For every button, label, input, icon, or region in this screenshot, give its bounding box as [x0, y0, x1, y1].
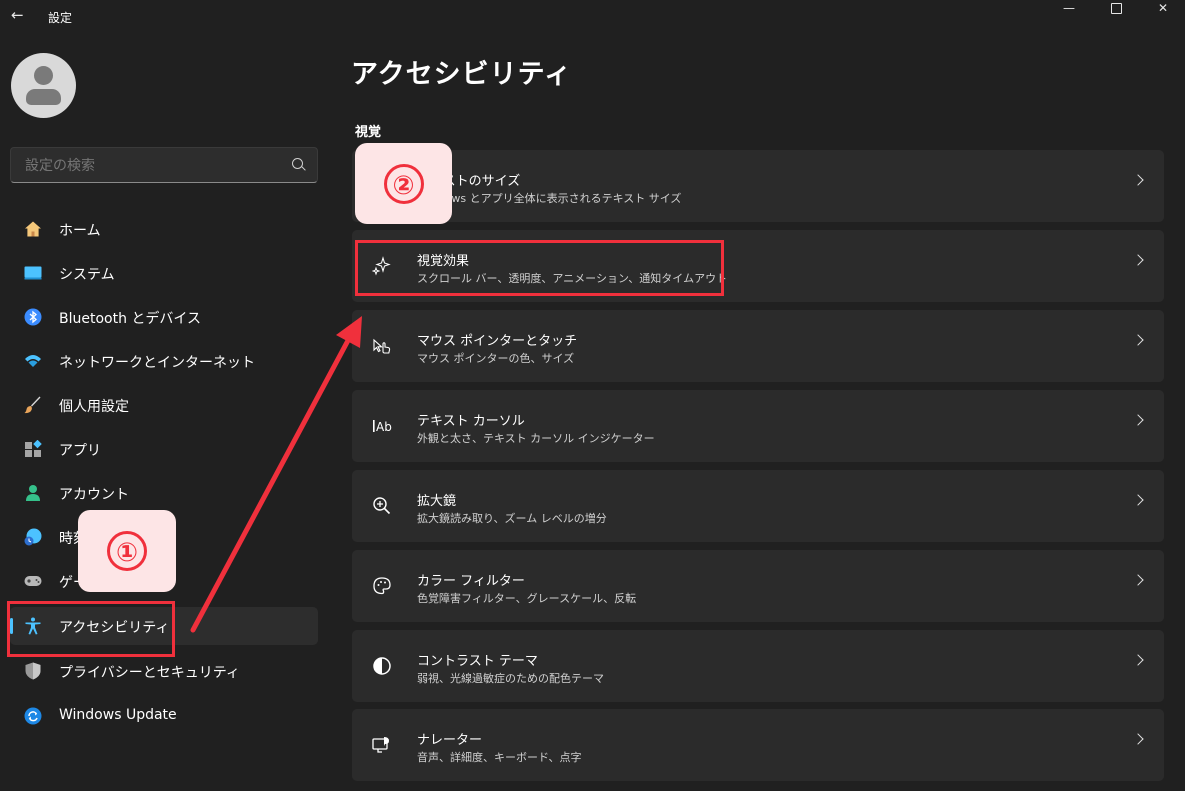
card-title: 拡大鏡: [417, 494, 457, 509]
chevron-right-icon: [1132, 334, 1144, 346]
app-title: 設定: [48, 11, 73, 25]
magnifier-icon: [373, 497, 391, 515]
home-icon: [25, 221, 41, 237]
settings-card-magnifier[interactable]: 拡大鏡 拡大鏡読み取り、ズーム レベルの増分: [352, 470, 1164, 542]
card-title: テキスト カーソル: [417, 414, 525, 429]
sidebar-item-network[interactable]: ネットワークとインターネット: [10, 342, 318, 380]
contrast-icon: [373, 657, 391, 675]
text-cursor-icon: Ab: [373, 420, 392, 434]
chevron-right-icon: [1132, 574, 1144, 586]
avatar[interactable]: [11, 53, 76, 118]
step-badge-1: ①: [78, 510, 176, 592]
time-language-icon: [24, 528, 42, 546]
sidebar-item-label: ネットワークとインターネット: [59, 355, 255, 371]
chevron-right-icon: [1132, 174, 1144, 186]
avatar-body-icon: [26, 89, 61, 105]
sidebar-item-label: アカウント: [59, 487, 129, 503]
card-title: コントラスト テーマ: [417, 654, 538, 669]
sidebar-item-label: Windows Update: [59, 707, 177, 723]
gaming-icon: [24, 576, 42, 586]
settings-card-narrator[interactable]: ナレーター 音声、詳細度、キーボード、点字: [352, 709, 1164, 781]
chevron-right-icon: [1132, 654, 1144, 666]
minimize-button[interactable]: —: [1046, 0, 1092, 20]
sidebar-item-label: システム: [59, 267, 115, 283]
settings-card-color-filter[interactable]: カラー フィルター 色覚障害フィルター、グレースケール、反転: [352, 550, 1164, 622]
card-subtitle: 外観と太さ、テキスト カーソル インジケーター: [417, 432, 655, 445]
card-subtitle: 色覚障害フィルター、グレースケール、反転: [417, 592, 637, 605]
sidebar-item-windows-update[interactable]: Windows Update: [10, 697, 318, 735]
brush-icon: [24, 396, 41, 414]
settings-card-text-cursor[interactable]: Ab テキスト カーソル 外観と太さ、テキスト カーソル インジケーター: [352, 390, 1164, 462]
sidebar-item-personalization[interactable]: 個人用設定: [10, 386, 318, 424]
settings-card-text-size[interactable]: A テキストのサイズ Windows とアプリ全体に表示されるテキスト サイズ: [352, 150, 1164, 222]
account-icon: [26, 485, 40, 501]
sidebar-item-label: ホーム: [59, 223, 101, 239]
highlight-visual-effects: [355, 240, 724, 296]
sidebar-item-label: 個人用設定: [59, 399, 129, 415]
card-subtitle: マウス ポインターの色、サイズ: [417, 352, 575, 365]
maximize-button[interactable]: [1093, 0, 1139, 20]
card-title: マウス ポインターとタッチ: [417, 334, 578, 349]
avatar-head-icon: [34, 66, 53, 85]
section-title: 視覚: [355, 125, 382, 140]
sidebar-item-label: Bluetooth とデバイス: [59, 311, 201, 327]
sidebar-item-privacy[interactable]: プライバシーとセキュリティ: [10, 652, 318, 690]
sidebar-item-home[interactable]: ホーム: [10, 210, 318, 248]
narrator-icon: [372, 737, 389, 753]
sidebar-item-bluetooth[interactable]: Bluetooth とデバイス: [10, 298, 318, 336]
page-title: アクセシビリティ: [351, 59, 573, 90]
sidebar-item-label: アプリ: [59, 443, 101, 459]
close-button[interactable]: ✕: [1140, 0, 1185, 20]
chevron-right-icon: [1132, 733, 1144, 745]
update-icon: [24, 707, 42, 725]
sidebar-item-accounts[interactable]: アカウント: [10, 474, 318, 512]
step-number-2: ②: [383, 164, 424, 204]
step-number-1: ①: [107, 531, 147, 571]
search-icon[interactable]: [292, 158, 303, 169]
system-icon: [24, 266, 42, 280]
maximize-icon: [1110, 3, 1122, 14]
chevron-right-icon: [1132, 414, 1144, 426]
search-box[interactable]: [10, 147, 318, 183]
card-subtitle: 弱視、光線過敏症のための配色テーマ: [417, 672, 604, 685]
highlight-accessibility: [7, 601, 175, 657]
palette-icon: [373, 577, 391, 595]
settings-card-mouse-pointer[interactable]: マウス ポインターとタッチ マウス ポインターの色、サイズ: [352, 310, 1164, 382]
settings-card-contrast-theme[interactable]: コントラスト テーマ 弱視、光線過敏症のための配色テーマ: [352, 630, 1164, 702]
card-subtitle: Windows とアプリ全体に表示されるテキスト サイズ: [417, 192, 682, 205]
apps-icon: [25, 440, 42, 457]
chevron-right-icon: [1132, 494, 1144, 506]
sidebar-item-system[interactable]: システム: [10, 254, 318, 292]
sidebar-item-label: プライバシーとセキュリティ: [59, 665, 240, 681]
title-bar: ← 設定 — ✕: [0, 0, 1185, 34]
svg-text:Ab: Ab: [376, 420, 392, 434]
shield-icon: [25, 662, 41, 680]
card-title: ナレーター: [417, 733, 483, 748]
card-title: カラー フィルター: [417, 574, 525, 589]
card-subtitle: 音声、詳細度、キーボード、点字: [417, 751, 582, 764]
back-arrow-icon[interactable]: ←: [11, 6, 27, 26]
card-subtitle: 拡大鏡読み取り、ズーム レベルの増分: [417, 512, 607, 525]
mouse-pointer-icon: [373, 338, 391, 354]
wifi-icon: [25, 355, 41, 367]
search-input[interactable]: [23, 156, 287, 174]
step-badge-2: ②: [355, 143, 452, 224]
sidebar-item-apps[interactable]: アプリ: [10, 430, 318, 468]
bluetooth-icon: [24, 308, 42, 326]
chevron-right-icon: [1132, 254, 1144, 266]
